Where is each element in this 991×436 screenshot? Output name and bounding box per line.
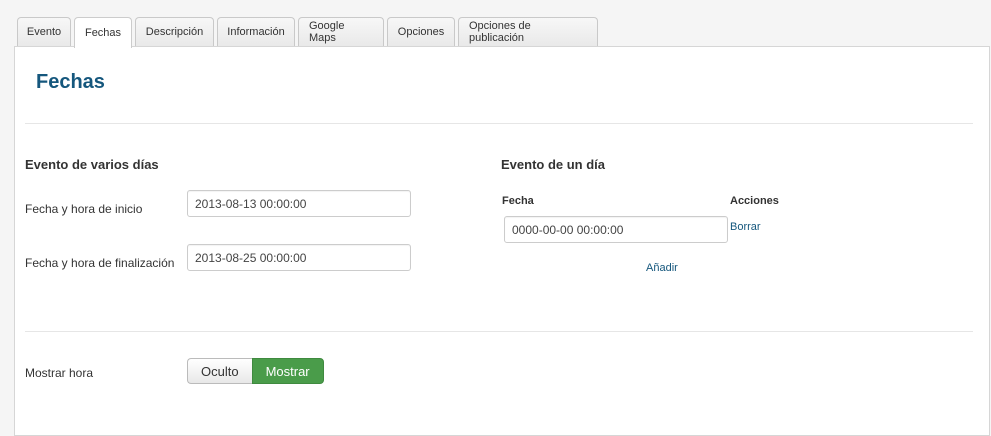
delete-date-link[interactable]: Borrar bbox=[730, 221, 761, 233]
date-column-header: Fecha bbox=[502, 195, 534, 207]
show-time-hidden-button[interactable]: Oculto bbox=[187, 358, 252, 384]
tab-content-panel: Fechas Evento de varios días Fecha y hor… bbox=[14, 46, 990, 436]
tab-informacion[interactable]: Información bbox=[217, 17, 295, 46]
page-title: Fechas bbox=[36, 71, 105, 93]
divider-top bbox=[25, 123, 973, 124]
tab-descripcion[interactable]: Descripción bbox=[135, 17, 214, 46]
start-datetime-label: Fecha y hora de inicio bbox=[25, 202, 143, 216]
actions-column-header: Acciones bbox=[730, 195, 779, 207]
multi-day-heading: Evento de varios días bbox=[25, 157, 159, 172]
tab-opciones-publicacion[interactable]: Opciones de publicación bbox=[458, 17, 598, 46]
divider-middle bbox=[25, 331, 973, 332]
start-datetime-input[interactable] bbox=[187, 190, 411, 217]
single-day-date-input[interactable] bbox=[504, 216, 728, 243]
show-time-show-button[interactable]: Mostrar bbox=[251, 358, 324, 384]
add-date-link[interactable]: Añadir bbox=[646, 262, 678, 274]
show-time-toggle: Oculto Mostrar bbox=[187, 358, 324, 384]
tab-opciones[interactable]: Opciones bbox=[387, 17, 455, 46]
tab-fechas[interactable]: Fechas bbox=[74, 17, 132, 48]
end-datetime-label: Fecha y hora de finalización bbox=[25, 256, 175, 270]
tab-bar: Evento Fechas Descripción Información Go… bbox=[17, 17, 598, 48]
end-datetime-input[interactable] bbox=[187, 244, 411, 271]
show-time-label: Mostrar hora bbox=[25, 366, 94, 380]
tab-google-maps[interactable]: Google Maps bbox=[298, 17, 384, 46]
tab-evento[interactable]: Evento bbox=[17, 17, 71, 46]
single-day-heading: Evento de un día bbox=[501, 157, 606, 172]
